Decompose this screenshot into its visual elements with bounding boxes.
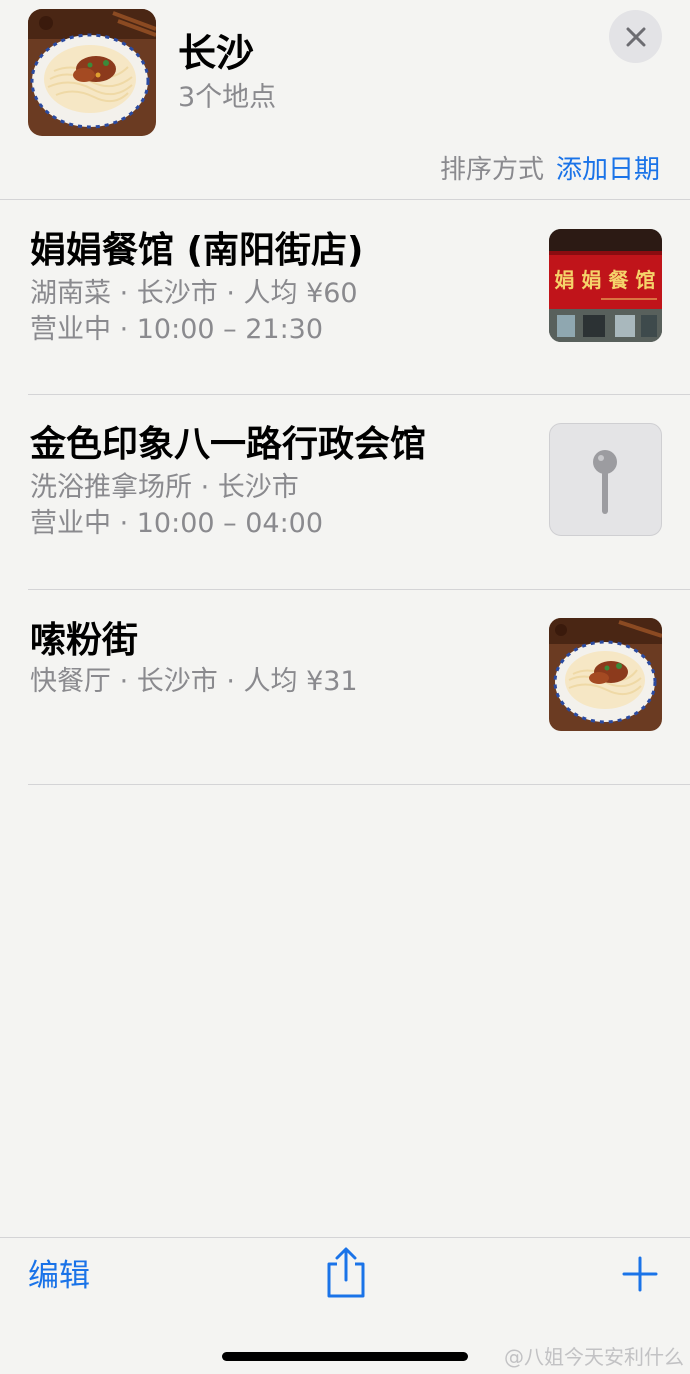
list-item[interactable]: 娟娟餐馆 (南阳街店) 湖南菜 · 长沙市 · 人均 ¥60 营业中 · 10:… [0,228,690,368]
home-indicator [222,1352,468,1361]
share-button[interactable] [323,1244,369,1300]
place-name: 金色印象八一路行政会馆 [30,424,427,465]
place-hours: 营业中 · 10:00 – 04:00 [30,508,324,539]
add-place-button[interactable] [620,1254,660,1294]
place-name: 娟娟餐馆 (南阳街店) [30,230,364,271]
list-item[interactable]: 嗦粉街 快餐厅 · 长沙市 · 人均 ¥31 [0,618,690,738]
sort-label: 排序方式 [439,155,544,185]
place-photo [549,618,662,731]
place-photo: 娟 娟 餐 馆 [549,229,662,342]
pin-icon [593,450,617,514]
shop-sign-text: 娟 娟 餐 馆 [555,268,656,292]
sort-control[interactable]: 排序方式 添加日期 [440,152,660,188]
list-divider [28,589,690,590]
place-info: 洗浴推拿场所 · 长沙市 [30,472,299,503]
watermark: @八姐今天安利什么 [504,1345,684,1369]
collection-title: 长沙 [178,31,255,75]
list-item[interactable]: 金色印象八一路行政会馆 洗浴推拿场所 · 长沙市 营业中 · 10:00 – 0… [0,422,690,562]
place-info: 快餐厅 · 长沙市 · 人均 ¥31 [30,666,358,697]
collection-screen: 长沙 3个地点 排序方式 添加日期 娟娟餐馆 (南阳街店) 湖南菜 · 长沙市 ·… [0,0,690,1374]
close-icon [626,27,645,46]
header-divider [0,199,690,200]
list-divider [28,394,690,395]
place-placeholder [549,423,662,536]
collection-place-count: 3个地点 [178,82,277,113]
place-hours: 营业中 · 10:00 – 21:30 [30,314,324,345]
place-info: 湖南菜 · 长沙市 · 人均 ¥60 [30,278,358,309]
sort-option-button[interactable]: 添加日期 [556,155,660,185]
edit-button[interactable]: 编辑 [28,1256,90,1296]
share-icon [327,1247,365,1298]
toolbar-divider [0,1237,690,1238]
close-button[interactable] [609,10,662,63]
place-name: 嗦粉街 [30,620,139,661]
list-divider [28,784,690,785]
plus-icon [622,1256,658,1292]
collection-cover-image [28,9,156,136]
